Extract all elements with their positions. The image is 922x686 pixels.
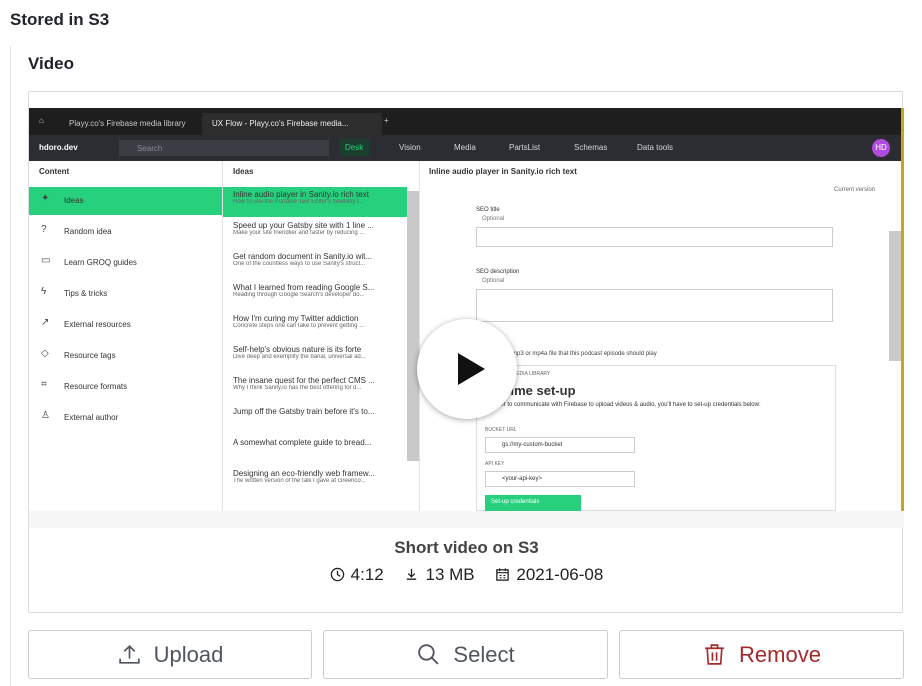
upload-label: Upload [153, 641, 224, 667]
content-item: ▭ Learn GROQ guides [41, 255, 137, 267]
nav-schemas: Schemas [574, 143, 608, 152]
video-meta: 4:12 13 MB 2021-06-08 [29, 565, 904, 585]
video-thumbnail: ⌂ Playy.co's Firebase media library UX F… [29, 108, 904, 511]
folder-icon: ▭ [41, 255, 51, 266]
upload-icon [118, 644, 140, 664]
nav-vision: Vision [399, 143, 421, 152]
seo-title-label: SEO title [476, 207, 500, 213]
nav-desk: Desk [339, 139, 370, 156]
user-icon: ♙ [41, 410, 50, 421]
seo-desc-label: SEO description [476, 269, 520, 275]
content-item: ✦ Ideas [29, 187, 222, 215]
remove-label: Remove [739, 641, 821, 667]
thumbnail-tab: Playy.co's Firebase media library [69, 119, 186, 128]
idea-item: What I learned from reading Google S... R… [233, 283, 375, 298]
upload-button[interactable]: Upload [28, 630, 312, 679]
upload-date: 2021-06-08 [495, 565, 603, 585]
idea-item: Designing an eco-friendly web framew... T… [233, 469, 375, 484]
nav-media: Media [454, 143, 476, 152]
setup-text: In order to communicate with Firebase to… [485, 402, 761, 408]
seo-title-input [476, 227, 833, 247]
download-icon [407, 568, 417, 580]
external-link-icon: ↗ [41, 317, 50, 328]
setup-button: Set-up credentials [485, 495, 581, 511]
crop-icon: ⌗ [41, 379, 47, 390]
play-button[interactable] [417, 319, 517, 419]
nav-partslist: PartsList [509, 143, 541, 152]
thumbnail-tab-bar: ⌂ Playy.co's Firebase media library UX F… [29, 108, 901, 135]
content-item: ♙ External author [41, 410, 119, 422]
trash-icon [705, 644, 724, 665]
seo-desc-optional: Optional [482, 278, 505, 284]
file-size: 13 MB [404, 565, 475, 585]
new-tab-icon: + [384, 116, 389, 125]
select-label: Select [453, 641, 515, 667]
bolt-icon: ϟ [41, 286, 47, 297]
section-title: Stored in S3 [10, 10, 110, 29]
api-key-input: <your-api-key> [485, 471, 635, 487]
content-pane-header: Content [39, 167, 70, 176]
content-item: ◇ Resource tags [41, 348, 116, 360]
thumbnail-tab-active: UX Flow - Playy.co's Firebase media... [202, 113, 382, 135]
search-icon [418, 644, 439, 665]
content-item: ⌗ Resource formats [41, 379, 128, 391]
idea-item: A somewhat complete guide to bread... [233, 438, 372, 447]
idea-item: How I'm curing my Twitter addiction Concr… [233, 314, 365, 329]
idea-item: Get random document in Sanity.io wit... O… [233, 252, 373, 267]
idea-item: The insane quest for the perfect CMS ...… [233, 376, 375, 391]
ideas-pane-header: Ideas [233, 167, 254, 176]
video-title: Short video on S3 [394, 538, 539, 557]
duration: 4:12 [330, 565, 384, 585]
thumbnail-toolbar: hdoro.dev Search Desk Vision Media Parts… [29, 135, 901, 161]
thumbnail-search: Search [119, 140, 329, 156]
bucket-label: BUCKET URL [485, 427, 517, 433]
content-item: ? Random idea [41, 224, 112, 236]
home-icon: ⌂ [39, 116, 44, 125]
workspace-name: hdoro.dev [39, 143, 78, 152]
video-frame[interactable]: ⌂ Playy.co's Firebase media library UX F… [29, 108, 904, 528]
api-key-label: API KEY [485, 461, 505, 467]
field-rail [10, 46, 11, 686]
doc-scrollbar [889, 231, 901, 361]
avatar: HD [872, 139, 890, 157]
seo-title-optional: Optional [482, 216, 505, 222]
version-label: Current version [834, 187, 876, 193]
help-icon: ? [41, 224, 47, 235]
content-item: ϟ Tips & tricks [41, 286, 108, 298]
select-button[interactable]: Select [323, 630, 608, 679]
idea-item: Jump off the Gatsby train before it's to… [233, 407, 375, 416]
idea-item: Inline audio player in Sanity.io rich te… [223, 187, 407, 217]
remove-button[interactable]: Remove [619, 630, 904, 679]
audio-hint: mp3 or mp4a file that this podcast episo… [512, 351, 657, 357]
clock-icon [330, 567, 344, 582]
tag-icon: ◇ [41, 348, 49, 359]
media-library-label: MEDIA LIBRARY [512, 371, 551, 377]
bulb-icon: ✦ [41, 193, 50, 204]
content-item: ↗ External resources [41, 317, 131, 329]
idea-item: Self-help's obvious nature is its forte D… [233, 345, 366, 360]
idea-item: Speed up your Gatsby site with 1 line ..… [233, 221, 374, 236]
nav-data-tools: Data tools [637, 143, 674, 152]
field-label: Video [28, 54, 74, 73]
seo-desc-input [476, 289, 833, 322]
calendar-icon [496, 568, 510, 581]
bucket-input: gs://my-custom-bucket [485, 437, 635, 453]
video-card: ⌂ Playy.co's Firebase media library UX F… [28, 91, 904, 613]
doc-title: Inline audio player in Sanity.io rich te… [429, 167, 577, 176]
